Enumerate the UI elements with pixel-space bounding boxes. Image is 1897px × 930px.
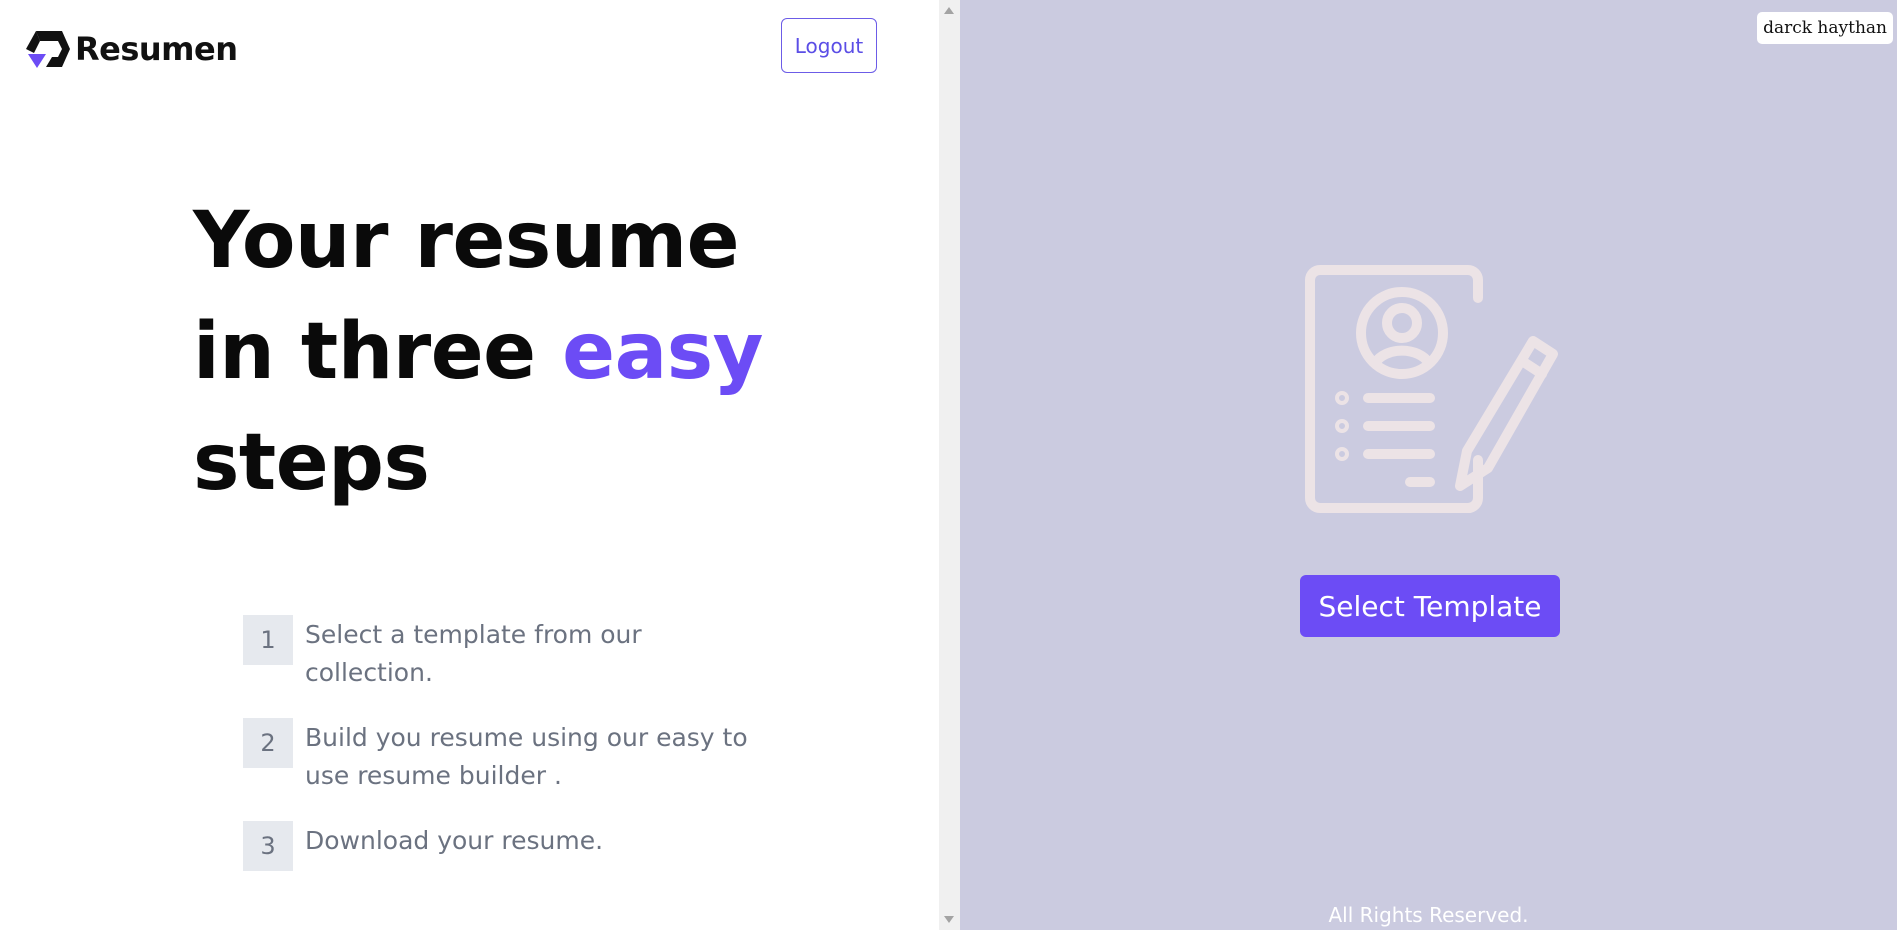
brand-name: Resumen (75, 30, 238, 68)
logout-button[interactable]: Logout (781, 18, 877, 73)
left-pane: Resumen Logout Your resume in three easy… (0, 0, 939, 930)
hero-line-3: steps (193, 418, 430, 508)
brand-logo[interactable]: Resumen (24, 27, 238, 71)
step-item: 2 Build you resume using our easy to use… (243, 718, 783, 795)
step-text: Select a template from our collection. (305, 620, 642, 687)
hero-accent-word: easy (562, 307, 763, 397)
resume-edit-icon (1305, 265, 1558, 513)
hero-line-2: in three easy (193, 297, 793, 408)
vertical-scrollbar[interactable] (939, 0, 960, 930)
step-item: 3 Download your resume. (243, 821, 783, 871)
footer-copyright: All Rights Reserved. (1328, 903, 1529, 927)
user-name-badge[interactable]: darck haythan (1757, 12, 1893, 44)
step-number: 2 (243, 718, 293, 768)
hero-line-2-prefix: in three (193, 307, 536, 397)
step-number: 1 (243, 615, 293, 665)
chevron-up-icon[interactable] (944, 7, 954, 14)
step-item: 1 Select a template from our collection. (243, 615, 783, 692)
logo-icon (26, 31, 70, 68)
hero-heading: Your resume in three easy steps (193, 186, 793, 519)
steps-list: 1 Select a template from our collection.… (243, 615, 783, 897)
step-text: Download your resume. (305, 826, 604, 855)
chevron-down-icon[interactable] (944, 916, 954, 923)
step-number: 3 (243, 821, 293, 871)
select-template-button[interactable]: Select Template (1300, 575, 1560, 637)
hero-line-1: Your resume (193, 196, 740, 286)
step-text: Build you resume using our easy to use r… (305, 723, 748, 790)
right-pane: darck haythan Select Template All Rights… (960, 0, 1897, 930)
